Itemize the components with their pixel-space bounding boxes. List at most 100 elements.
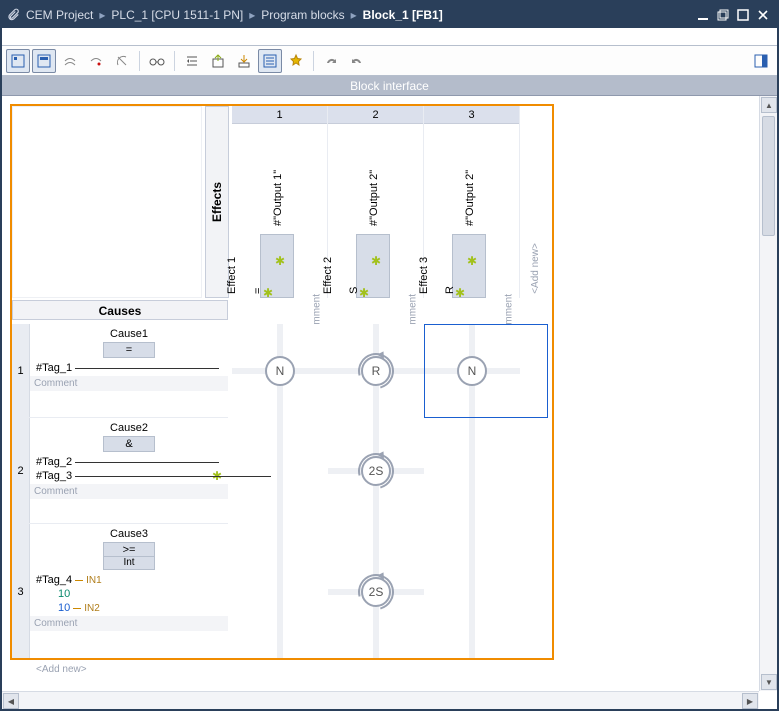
effect-box: ✱ ✱ [356,234,390,298]
corner-empty [12,106,202,298]
close-button[interactable] [753,5,773,25]
node-2S[interactable]: 2S [361,456,391,486]
tb-btn-3[interactable] [58,49,82,73]
effects-area: 1 #"Output 1" ✱ ✱ Effect 1 = mment 2 [232,106,550,298]
scroll-left-button[interactable]: ◀ [3,693,19,709]
causes-label: Causes [99,304,142,318]
matrix-cell-3-3[interactable] [424,524,520,660]
cem-matrix: N R N 2S [232,324,520,660]
node-R[interactable]: R [361,356,391,386]
tag-label: #Tag_2 [36,456,72,468]
cause-row-2[interactable]: 2 Cause2 & #Tag_2 #Tag_3✱ Comment [12,418,228,524]
star-icon: ✱ [467,255,475,263]
matrix-cell-2-1[interactable] [232,418,328,524]
node-N[interactable]: N [265,356,295,386]
causes-area: 1 Cause1 = #Tag_1 Comment 2 Cause2 [12,324,228,679]
breadcrumb-1[interactable]: PLC_1 [CPU 1511-1 PN] [111,8,243,22]
effect-box: ✱ ✱ [452,234,486,298]
star-icon: ✱ [371,255,379,263]
cause-name: Cause2 [36,422,222,434]
cause-row-1[interactable]: 1 Cause1 = #Tag_1 Comment [12,324,228,418]
matrix-cell-1-1[interactable]: N [232,324,328,418]
scroll-right-button[interactable]: ▶ [742,693,758,709]
pin-label: IN1 [86,575,102,586]
tag-label: #Tag_1 [36,362,72,374]
tb-btn-4[interactable] [84,49,108,73]
pin-label: IN2 [84,603,100,614]
editor-main: Effects 1 #"Output 1" ✱ ✱ Effect 1 = mme… [2,96,777,709]
tb-btn-list[interactable] [258,49,282,73]
effect-name: Effect 1 [226,257,238,294]
effects-label: Effects [210,182,224,222]
matrix-cell-2-2[interactable]: 2S [328,418,424,524]
effect-comment: mment [312,294,323,325]
effect-col-3[interactable]: 3 #"Output 2" ✱ ✱ Effect 3 R mment [424,106,520,298]
horizontal-scrollbar[interactable]: ◀ ▶ [2,691,759,709]
cause-op: = [103,342,155,358]
tag-label: 10 [58,588,70,600]
effect-num: 2 [328,106,423,124]
causes-tab[interactable]: Causes [12,300,228,320]
cause-op: >= Int [103,542,155,570]
tb-btn-indent[interactable] [180,49,204,73]
scroll-down-button[interactable]: ▼ [761,674,777,690]
tb-btn-2[interactable] [32,49,56,73]
node-2S[interactable]: 2S [361,577,391,607]
block-interface-label: Block interface [350,79,429,93]
maximize-button[interactable] [733,5,753,25]
effect-comment: mment [504,294,515,325]
cause-row-3[interactable]: 3 Cause3 >= Int #Tag_4IN1 10 10IN2 Comme… [12,524,228,660]
cause-num: 1 [12,324,30,417]
add-new-label: <Add new> [530,243,541,294]
minimize-button[interactable] [693,5,713,25]
cause-name: Cause1 [36,328,222,340]
tb-btn-undo[interactable] [345,49,369,73]
tb-btn-fav[interactable] [284,49,308,73]
block-interface-band[interactable]: Block interface [2,76,777,96]
effect-add-new[interactable]: <Add new> [520,106,550,298]
tag-label: 10 [58,602,70,614]
vertical-scrollbar[interactable]: ▲ ▼ [759,96,777,691]
tb-btn-panel[interactable] [749,49,773,73]
effect-ins: = [252,288,264,294]
effect-name: Effect 2 [322,257,334,294]
effect-ins: S [348,287,360,294]
effect-ins: R [444,286,456,294]
star-icon: ✱ [359,287,367,295]
restore-button[interactable] [713,5,733,25]
tb-btn-5[interactable] [110,49,134,73]
titlebar: CEM Project ▸ PLC_1 [CPU 1511-1 PN] ▸ Pr… [2,2,777,28]
scroll-up-button[interactable]: ▲ [761,97,777,113]
tb-btn-export[interactable] [206,49,230,73]
matrix-cell-1-2[interactable]: R [328,324,424,418]
effect-num: 3 [424,106,519,124]
cause-add-new[interactable]: <Add new> [12,660,228,679]
effect-output: #"Output 1" [272,170,284,226]
attach-icon [6,8,20,22]
breadcrumb-2[interactable]: Program blocks [261,8,344,22]
cause-comment[interactable]: Comment [30,616,228,631]
star-icon: ✱ [275,255,283,263]
tb-btn-redo[interactable] [319,49,343,73]
matrix-cell-3-2[interactable]: 2S [328,524,424,660]
breadcrumb-3[interactable]: Block_1 [FB1] [363,8,443,22]
effect-name: Effect 3 [418,257,430,294]
cause-op: & [103,436,155,452]
cause-comment[interactable]: Comment [30,484,228,499]
effect-comment: mment [408,294,419,325]
matrix-cell-2-3[interactable] [424,418,520,524]
breadcrumb-0[interactable]: CEM Project [26,8,93,22]
tb-btn-1[interactable] [6,49,30,73]
effect-col-2[interactable]: 2 #"Output 2" ✱ ✱ Effect 2 S mment [328,106,424,298]
tb-btn-download[interactable] [232,49,256,73]
effect-output: #"Output 2" [464,170,476,226]
tb-btn-glasses[interactable] [145,49,169,73]
scroll-thumb[interactable] [762,116,775,236]
star-icon: ✱ [455,287,463,295]
selection-box [424,324,548,418]
cause-comment[interactable]: Comment [30,376,228,391]
effect-col-1[interactable]: 1 #"Output 1" ✱ ✱ Effect 1 = mment [232,106,328,298]
cause-name: Cause3 [36,528,222,540]
matrix-cell-3-1[interactable] [232,524,328,660]
star-icon: ✱ [263,287,271,295]
